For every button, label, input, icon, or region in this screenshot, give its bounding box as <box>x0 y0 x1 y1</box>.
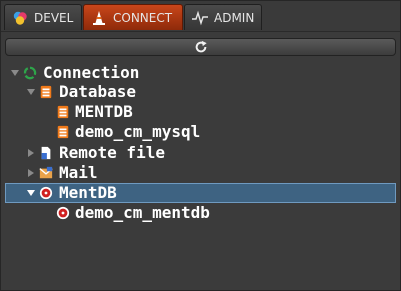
tree-node-mentdb[interactable]: MentDB <box>1 183 400 203</box>
database-icon <box>40 85 52 99</box>
tree-label: MENTDB <box>75 102 133 121</box>
refresh-button[interactable] <box>5 38 396 56</box>
tree-label: Remote file <box>59 143 165 162</box>
tab-bar: DEVEL CONNECT ADMIN <box>1 1 400 32</box>
tab-connect[interactable]: CONNECT <box>83 4 183 30</box>
tab-devel[interactable]: DEVEL <box>4 4 82 30</box>
tree-label: demo_cm_mysql <box>75 122 201 141</box>
tab-label: ADMIN <box>214 10 255 25</box>
database-icon <box>57 105 69 119</box>
tab-label: DEVEL <box>34 10 74 25</box>
tree-node-demo-cm-mysql[interactable]: demo_cm_mysql <box>1 122 400 142</box>
file-icon <box>41 146 51 160</box>
cone-icon <box>93 10 105 25</box>
expand-toggle[interactable] <box>28 169 34 177</box>
window: DEVEL CONNECT ADMIN Connection Database … <box>0 0 401 291</box>
tree-label: Mail <box>59 163 98 182</box>
pulse-icon <box>192 10 208 25</box>
refresh-icon <box>195 40 207 53</box>
expand-toggle[interactable] <box>27 89 35 95</box>
database-icon <box>57 125 69 139</box>
mail-icon <box>39 166 53 179</box>
tree-label: MentDB <box>59 183 117 202</box>
tree-label: Database <box>59 82 137 101</box>
tree-label: demo_cm_mentdb <box>75 203 210 222</box>
expand-toggle[interactable] <box>28 149 34 157</box>
mentdb-icon <box>39 186 53 200</box>
tree-node-demo-cm-mentdb[interactable]: demo_cm_mentdb <box>1 203 400 223</box>
tree-node-mentdb-database[interactable]: MENTDB <box>1 102 400 122</box>
tree-node-remote-file[interactable]: Remote file <box>1 143 400 163</box>
mentdb-icon <box>56 206 70 220</box>
recycle-icon <box>23 66 37 80</box>
tree-node-database[interactable]: Database <box>1 82 400 102</box>
tab-admin[interactable]: ADMIN <box>184 4 262 30</box>
tab-label: CONNECT <box>113 10 173 25</box>
expand-toggle[interactable] <box>11 70 19 76</box>
tree-node-connection[interactable]: Connection <box>1 63 400 83</box>
expand-toggle[interactable] <box>27 190 35 196</box>
tree-node-mail[interactable]: Mail <box>1 163 400 183</box>
devel-circles-icon <box>13 11 27 25</box>
tree-label: Connection <box>43 63 140 82</box>
